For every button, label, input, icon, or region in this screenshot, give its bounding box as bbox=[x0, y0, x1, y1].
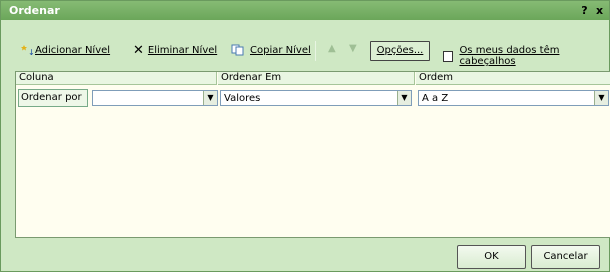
sort-on-value: Valores bbox=[224, 93, 261, 104]
chevron-down-icon[interactable]: ▼ bbox=[397, 91, 411, 105]
sort-dialog: Ordenar ? x ↓ Adicionar Nível ✕ Eliminar… bbox=[0, 0, 610, 272]
copy-level-label: Copiar Nível bbox=[250, 44, 311, 56]
move-down-icon[interactable]: ▼ bbox=[349, 43, 357, 54]
copy-level-button[interactable]: Copiar Nível bbox=[231, 42, 311, 58]
chevron-down-icon[interactable]: ▼ bbox=[594, 91, 608, 105]
headers-checkbox[interactable]: Os meus dados têm cabeçalhos bbox=[443, 45, 609, 67]
dialog-title: Ordenar bbox=[9, 4, 60, 17]
svg-text:↓: ↓ bbox=[28, 48, 35, 56]
order-select[interactable]: A a Z ▼ bbox=[418, 90, 609, 106]
column-header-ordem: Ordem bbox=[416, 72, 610, 85]
add-level-button[interactable]: ↓ Adicionar Nível bbox=[21, 42, 110, 58]
sort-on-select[interactable]: Valores ▼ bbox=[220, 90, 412, 106]
cancel-button[interactable]: Cancelar bbox=[531, 245, 600, 269]
delete-icon: ✕ bbox=[133, 42, 144, 58]
ok-button[interactable]: OK bbox=[457, 245, 526, 269]
column-header-ordenar-em: Ordenar Em bbox=[218, 72, 415, 85]
help-button[interactable]: ? bbox=[579, 4, 590, 17]
add-level-icon: ↓ bbox=[21, 45, 35, 56]
add-level-label: Adicionar Nível bbox=[35, 44, 111, 56]
sort-levels-grid: Coluna Ordenar Em Ordem Ordenar por ▼ Va… bbox=[15, 71, 610, 238]
toolbar-separator bbox=[315, 41, 316, 61]
order-value: A a Z bbox=[422, 93, 449, 104]
copy-icon bbox=[231, 44, 244, 56]
chevron-down-icon[interactable]: ▼ bbox=[203, 91, 217, 105]
checkbox-box[interactable] bbox=[443, 50, 454, 62]
options-label: Opções... bbox=[376, 45, 424, 56]
delete-level-button[interactable]: ✕ Eliminar Nível bbox=[133, 42, 217, 58]
row-label: Ordenar por bbox=[18, 89, 88, 107]
close-button[interactable]: x bbox=[594, 4, 605, 17]
delete-level-label: Eliminar Nível bbox=[147, 44, 218, 56]
column-header-coluna: Coluna bbox=[16, 72, 217, 85]
headers-checkbox-label: Os meus dados têm cabeçalhos bbox=[459, 45, 560, 67]
move-up-icon[interactable]: ▲ bbox=[328, 43, 336, 54]
options-button[interactable]: Opções... bbox=[370, 41, 430, 61]
column-select[interactable]: ▼ bbox=[92, 90, 218, 106]
title-bar: Ordenar ? x bbox=[1, 1, 609, 20]
